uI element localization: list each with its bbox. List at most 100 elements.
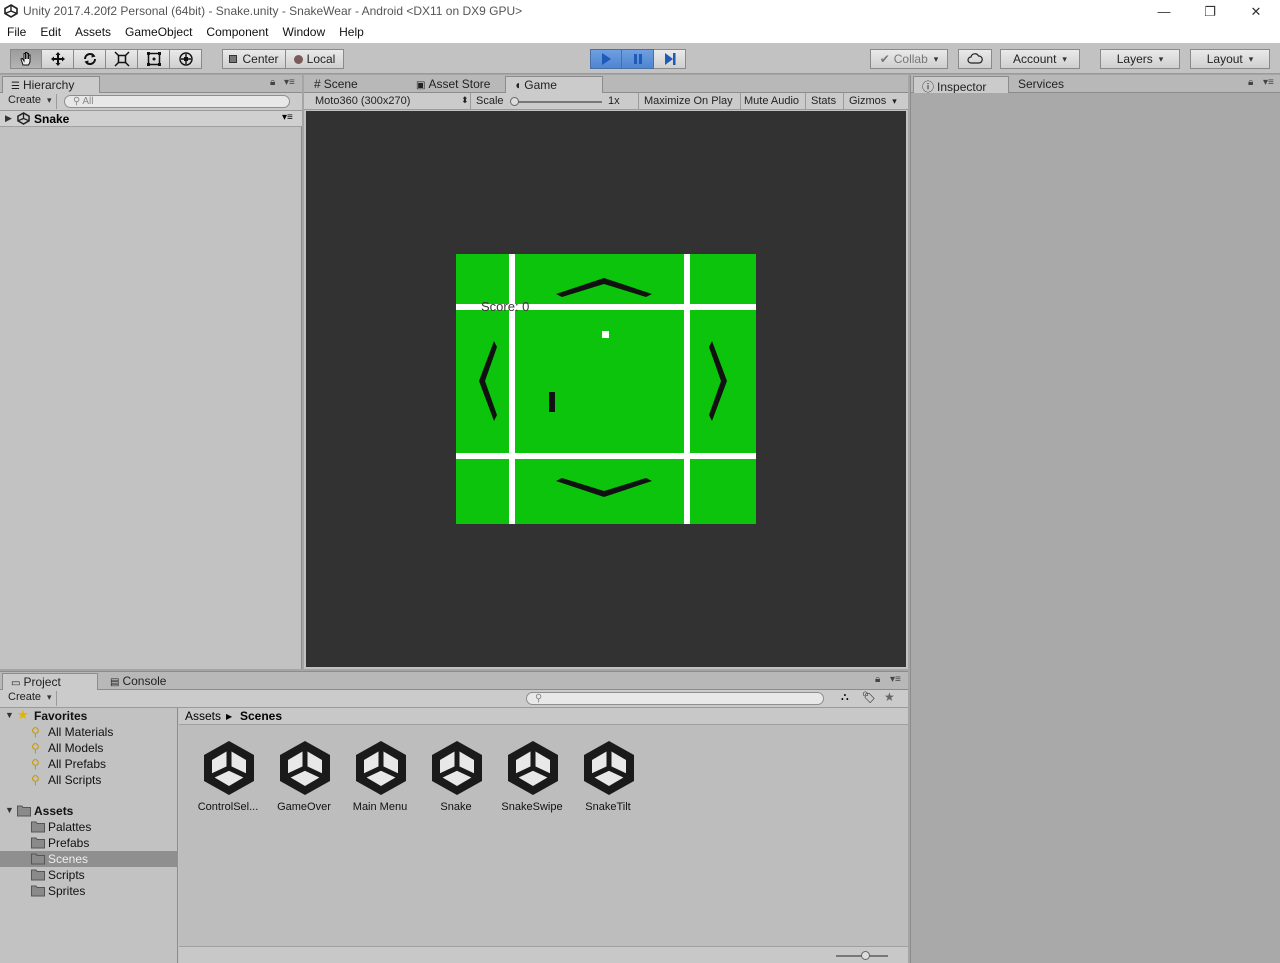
cloud-button[interactable] [958, 49, 992, 69]
scale-tool-button[interactable] [106, 49, 138, 69]
game-screen[interactable]: Score: 0 [456, 254, 756, 524]
menu-help[interactable]: Help [332, 23, 371, 43]
breadcrumb-scenes[interactable]: Scenes [240, 709, 282, 723]
tab-inspector[interactable]: ⓘ Inspector [913, 76, 1009, 94]
menu-assets[interactable]: Assets [68, 23, 118, 43]
down-arrow-icon[interactable] [554, 475, 654, 499]
menu-gameobject[interactable]: GameObject [118, 23, 199, 43]
hierarchy-search-input[interactable]: ⚲ All [64, 95, 290, 108]
tab-project[interactable]: ▭ Project [2, 673, 98, 690]
tab-console[interactable]: ▤ Console [102, 673, 198, 690]
rect-tool-button[interactable] [138, 49, 170, 69]
restore-button[interactable]: ❐ [1187, 0, 1233, 23]
collapse-arrow-icon[interactable]: ▼ [5, 710, 14, 720]
right-arrow-icon[interactable] [706, 339, 730, 423]
project-create-button[interactable]: Create [4, 691, 57, 706]
favorite-item-all-scripts[interactable]: ⚲ All Scripts [0, 772, 178, 788]
favorites-header[interactable]: ▼ ★ Favorites [0, 707, 178, 724]
panel-menu-icon[interactable]: ▾≡ [890, 674, 901, 685]
rotate-tool-button[interactable] [74, 49, 106, 69]
breadcrumb-assets[interactable]: Assets [185, 709, 221, 723]
asset-scene[interactable]: SnakeTilt [573, 738, 643, 818]
panel-menu-icon[interactable]: ▾≡ [284, 77, 295, 88]
filter-by-label-icon[interactable]: 🏷︎ [862, 691, 876, 704]
tab-scene[interactable]: # Scene [306, 76, 402, 93]
pivot-local-button[interactable]: Local [286, 49, 344, 69]
gizmos-dropdown[interactable]: Gizmos ▾ [849, 95, 897, 107]
layout-dropdown[interactable]: Layout [1190, 49, 1270, 69]
favorite-item-all-prefabs[interactable]: ⚲ All Prefabs [0, 756, 178, 772]
collapse-arrow-icon[interactable]: ▼ [5, 805, 14, 815]
menu-file[interactable]: File [0, 23, 33, 43]
folder-scenes[interactable]: Scenes [0, 851, 178, 867]
menu-window[interactable]: Window [275, 23, 332, 43]
asset-scene[interactable]: SnakeSwipe [497, 738, 567, 818]
folder-scripts[interactable]: Scripts [0, 867, 178, 883]
hand-tool-button[interactable] [10, 49, 42, 69]
maximize-on-play-toggle[interactable]: Maximize On Play [644, 95, 733, 107]
game-view[interactable]: Score: 0 [306, 111, 906, 667]
resolution-dropdown[interactable]: Moto360 (300x270) [315, 95, 410, 107]
close-button[interactable]: ✕ [1233, 0, 1279, 23]
folder-palattes[interactable]: Palattes [0, 819, 178, 835]
up-arrow-icon[interactable] [554, 276, 654, 300]
unity-scene-icon [356, 741, 406, 795]
play-button[interactable] [590, 49, 622, 69]
lock-icon[interactable]: 🔒︎ [270, 77, 275, 88]
folder-sprites[interactable]: Sprites [0, 883, 178, 899]
folder-prefabs[interactable]: Prefabs [0, 835, 178, 851]
icon-size-slider-thumb[interactable] [861, 951, 870, 960]
mute-audio-toggle[interactable]: Mute Audio [744, 95, 799, 107]
account-dropdown[interactable]: Account [1000, 49, 1080, 69]
scene-root-row[interactable]: ▶ Snake ▾≡ [0, 111, 302, 127]
hierarchy-create-button[interactable]: Create [4, 94, 57, 109]
project-search-input[interactable]: ⚲ [526, 692, 824, 705]
panel-menu-icon[interactable]: ▾≡ [1263, 77, 1274, 88]
grid-line-horizontal [456, 453, 756, 459]
folder-label: Scripts [48, 868, 85, 882]
project-toolbar: Create ⚲ ⛬ 🏷︎ ★ [0, 690, 908, 708]
tab-game[interactable]: ◖ Game [505, 76, 603, 93]
tab-hierarchy[interactable]: ☰ Hierarchy [2, 76, 100, 93]
search-icon: ⚲ [73, 96, 81, 107]
move-tool-button[interactable] [42, 49, 74, 69]
minimize-button[interactable]: — [1141, 0, 1187, 23]
lock-icon[interactable]: 🔒︎ [1248, 77, 1253, 88]
stats-toggle[interactable]: Stats [811, 95, 836, 107]
lock-icon[interactable]: 🔒︎ [875, 674, 880, 685]
breadcrumb: Assets ▶ Scenes [179, 708, 908, 725]
asset-scene[interactable]: GameOver [269, 738, 339, 818]
favorite-item-all-materials[interactable]: ⚲ All Materials [0, 724, 178, 740]
folder-label: Prefabs [48, 836, 90, 850]
tab-services[interactable]: Services [1010, 76, 1090, 93]
assets-header[interactable]: ▼ Assets [0, 803, 178, 819]
unity-scene-icon [432, 741, 482, 795]
filter-by-type-icon[interactable]: ⛬ [841, 691, 849, 704]
menu-component[interactable]: Component [199, 23, 275, 43]
tab-asset-store[interactable]: ▣ Asset Store [408, 76, 504, 93]
transform-tool-button[interactable] [170, 49, 202, 69]
favorite-star-icon[interactable]: ★ [884, 690, 895, 704]
scale-slider-thumb[interactable] [510, 97, 519, 106]
icon-size-slider[interactable] [836, 951, 888, 960]
folder-icon [17, 805, 31, 817]
folder-icon [31, 869, 45, 881]
step-button[interactable] [654, 49, 686, 69]
left-arrow-icon[interactable] [476, 339, 500, 423]
asset-scene[interactable]: Snake [421, 738, 491, 818]
collab-button[interactable]: ✔ Collab [870, 49, 948, 69]
favorite-item-all-models[interactable]: ⚲ All Models [0, 740, 178, 756]
asset-label: ControlSel... [197, 801, 259, 813]
pivot-local-label: Local [306, 52, 336, 66]
asset-scene[interactable]: Main Menu [345, 738, 415, 818]
expand-arrow-icon[interactable]: ▶ [5, 113, 12, 124]
scene-menu-icon[interactable]: ▾≡ [282, 112, 293, 123]
asset-scene[interactable]: ControlSel... [193, 738, 263, 818]
pivot-center-button[interactable]: Center [222, 49, 286, 69]
layers-dropdown[interactable]: Layers [1100, 49, 1180, 69]
scale-slider[interactable] [510, 97, 602, 106]
folder-icon [31, 821, 45, 833]
hierarchy-tab-bar: ☰ Hierarchy 🔒︎ ▾≡ [0, 75, 302, 93]
menu-edit[interactable]: Edit [33, 23, 68, 43]
pause-button[interactable] [622, 49, 654, 69]
